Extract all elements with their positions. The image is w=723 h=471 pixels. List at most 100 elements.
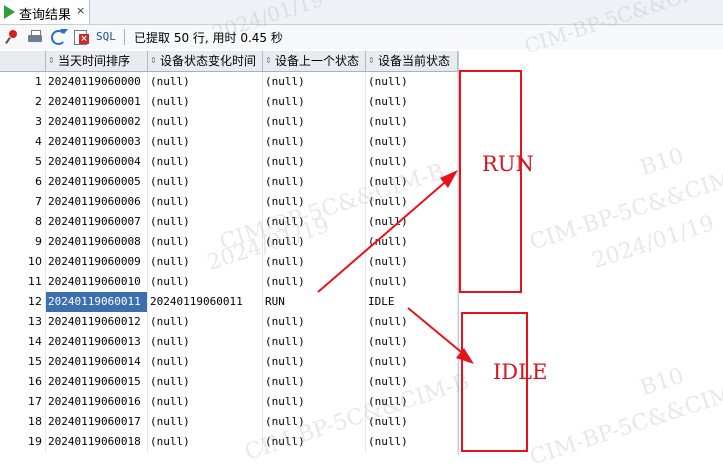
cell-current-state[interactable]: (null) xyxy=(366,392,458,412)
sort-icon[interactable]: ⇕ xyxy=(150,51,159,71)
cell-sort-time[interactable]: 20240119060000 xyxy=(46,72,148,92)
table-row[interactable]: 15 20240119060014 (null) (null) (null) xyxy=(0,352,458,372)
cell-current-state[interactable]: (null) xyxy=(366,192,458,212)
print-icon[interactable] xyxy=(27,29,43,45)
cell-previous-state[interactable]: (null) xyxy=(263,352,366,372)
cell-sort-time[interactable]: 20240119060006 xyxy=(46,192,148,212)
cell-change-time[interactable]: (null) xyxy=(148,312,263,332)
cell-current-state[interactable]: (null) xyxy=(366,112,458,132)
table-row[interactable]: 16 20240119060015 (null) (null) (null) xyxy=(0,372,458,392)
table-row[interactable]: 3 20240119060002 (null) (null) (null) xyxy=(0,112,458,132)
cell-change-time[interactable]: (null) xyxy=(148,72,263,92)
cell-current-state[interactable]: (null) xyxy=(366,412,458,432)
cell-previous-state[interactable]: (null) xyxy=(263,152,366,172)
cell-sort-time[interactable]: 20240119060003 xyxy=(46,132,148,152)
sort-icon[interactable]: ⇕ xyxy=(265,51,274,71)
cell-sort-time[interactable]: 20240119060005 xyxy=(46,172,148,192)
cell-change-time[interactable]: (null) xyxy=(148,272,263,292)
cell-previous-state[interactable]: (null) xyxy=(263,272,366,292)
cell-previous-state[interactable]: (null) xyxy=(263,112,366,132)
cell-change-time[interactable]: (null) xyxy=(148,252,263,272)
cell-change-time[interactable]: (null) xyxy=(148,192,263,212)
cell-previous-state[interactable]: (null) xyxy=(263,192,366,212)
cell-sort-time[interactable]: 20240119060008 xyxy=(46,232,148,252)
cell-sort-time[interactable]: 20240119060001 xyxy=(46,92,148,112)
cell-change-time[interactable]: (null) xyxy=(148,372,263,392)
cell-sort-time[interactable]: 20240119060016 xyxy=(46,392,148,412)
column-header-current-state[interactable]: ⇕ 设备当前状态 xyxy=(366,51,458,71)
cell-current-state[interactable]: (null) xyxy=(366,332,458,352)
cell-current-state[interactable]: (null) xyxy=(366,372,458,392)
cell-current-state[interactable]: (null) xyxy=(366,132,458,152)
cell-previous-state[interactable]: (null) xyxy=(263,92,366,112)
table-row[interactable]: 7 20240119060006 (null) (null) (null) xyxy=(0,192,458,212)
cell-previous-state[interactable]: (null) xyxy=(263,432,366,452)
cell-change-time[interactable]: (null) xyxy=(148,172,263,192)
cell-change-time[interactable]: (null) xyxy=(148,352,263,372)
cell-previous-state[interactable]: (null) xyxy=(263,212,366,232)
table-row[interactable]: 1 20240119060000 (null) (null) (null) xyxy=(0,72,458,92)
pin-icon[interactable] xyxy=(4,29,20,45)
cell-previous-state[interactable]: RUN xyxy=(263,292,366,312)
cell-sort-time[interactable]: 20240119060009 xyxy=(46,252,148,272)
cell-current-state[interactable]: (null) xyxy=(366,232,458,252)
cell-change-time[interactable]: (null) xyxy=(148,132,263,152)
cell-sort-time[interactable]: 20240119060010 xyxy=(46,272,148,292)
sort-icon[interactable]: ⇕ xyxy=(368,51,377,71)
cell-current-state[interactable]: (null) xyxy=(366,212,458,232)
table-row[interactable]: 8 20240119060007 (null) (null) (null) xyxy=(0,212,458,232)
cell-change-time[interactable]: (null) xyxy=(148,412,263,432)
cell-sort-time[interactable]: 20240119060014 xyxy=(46,352,148,372)
close-icon[interactable]: × xyxy=(76,4,85,17)
refresh-icon[interactable] xyxy=(50,29,68,45)
column-header-change-time[interactable]: ⇕ 设备状态变化时间 xyxy=(148,51,263,71)
table-row[interactable]: 13 20240119060012 (null) (null) (null) xyxy=(0,312,458,332)
table-row[interactable]: 12 20240119060011 20240119060011 RUN IDLE xyxy=(0,292,458,312)
table-row[interactable]: 14 20240119060013 (null) (null) (null) xyxy=(0,332,458,352)
table-row[interactable]: 6 20240119060005 (null) (null) (null) xyxy=(0,172,458,192)
cell-previous-state[interactable]: (null) xyxy=(263,312,366,332)
cell-change-time[interactable]: (null) xyxy=(148,392,263,412)
table-row[interactable]: 9 20240119060008 (null) (null) (null) xyxy=(0,232,458,252)
cell-change-time[interactable]: (null) xyxy=(148,152,263,172)
cell-change-time[interactable]: (null) xyxy=(148,92,263,112)
cell-change-time[interactable]: 20240119060011 xyxy=(148,292,263,312)
cell-previous-state[interactable]: (null) xyxy=(263,72,366,92)
cell-current-state[interactable]: (null) xyxy=(366,252,458,272)
table-row[interactable]: 11 20240119060010 (null) (null) (null) xyxy=(0,272,458,292)
cell-change-time[interactable]: (null) xyxy=(148,332,263,352)
cell-previous-state[interactable]: (null) xyxy=(263,372,366,392)
cell-sort-time[interactable]: 20240119060012 xyxy=(46,312,148,332)
cell-current-state[interactable]: IDLE xyxy=(366,292,458,312)
table-row[interactable]: 19 20240119060018 (null) (null) (null) xyxy=(0,432,458,452)
cell-sort-time[interactable]: 20240119060015 xyxy=(46,372,148,392)
cell-sort-time[interactable]: 20240119060007 xyxy=(46,212,148,232)
table-row[interactable]: 18 20240119060017 (null) (null) (null) xyxy=(0,412,458,432)
cell-change-time[interactable]: (null) xyxy=(148,112,263,132)
cell-current-state[interactable]: (null) xyxy=(366,272,458,292)
cell-previous-state[interactable]: (null) xyxy=(263,132,366,152)
table-row[interactable]: 10 20240119060009 (null) (null) (null) xyxy=(0,252,458,272)
cell-current-state[interactable]: (null) xyxy=(366,152,458,172)
table-row[interactable]: 5 20240119060004 (null) (null) (null) xyxy=(0,152,458,172)
cell-current-state[interactable]: (null) xyxy=(366,72,458,92)
cell-change-time[interactable]: (null) xyxy=(148,232,263,252)
cell-change-time[interactable]: (null) xyxy=(148,432,263,452)
cell-sort-time[interactable]: 20240119060004 xyxy=(46,152,148,172)
cell-current-state[interactable]: (null) xyxy=(366,432,458,452)
cell-current-state[interactable]: (null) xyxy=(366,312,458,332)
table-row[interactable]: 4 20240119060003 (null) (null) (null) xyxy=(0,132,458,152)
cell-previous-state[interactable]: (null) xyxy=(263,232,366,252)
cell-sort-time[interactable]: 20240119060018 xyxy=(46,432,148,452)
column-header-previous-state[interactable]: ⇕ 设备上一个状态 xyxy=(263,51,366,71)
sql-button[interactable]: SQL xyxy=(96,30,116,43)
cell-current-state[interactable]: (null) xyxy=(366,172,458,192)
cell-sort-time[interactable]: 20240119060013 xyxy=(46,332,148,352)
cell-previous-state[interactable]: (null) xyxy=(263,412,366,432)
cell-previous-state[interactable]: (null) xyxy=(263,392,366,412)
table-row[interactable]: 2 20240119060001 (null) (null) (null) xyxy=(0,92,458,112)
table-row[interactable]: 17 20240119060016 (null) (null) (null) xyxy=(0,392,458,412)
cell-previous-state[interactable]: (null) xyxy=(263,332,366,352)
cell-sort-time[interactable]: 20240119060017 xyxy=(46,412,148,432)
cell-current-state[interactable]: (null) xyxy=(366,92,458,112)
